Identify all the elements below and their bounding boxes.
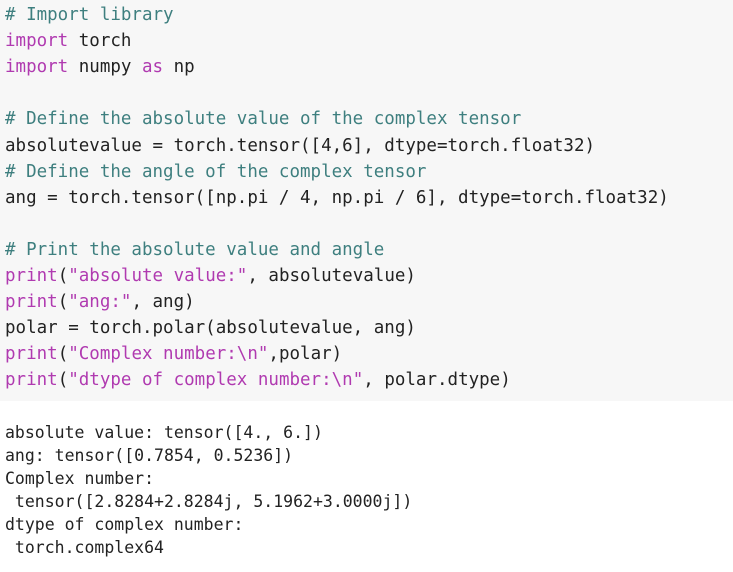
keyword: import (5, 31, 69, 51)
code-line: import numpy as np (5, 57, 195, 77)
code-line: print("Complex number:\n",polar) (5, 344, 343, 364)
code-line: print("ang:", ang) (5, 292, 195, 312)
code-line: ang = torch.tensor([np.pi / 4, np.pi / 6… (5, 188, 669, 208)
code-line: # Define the angle of the complex tensor (5, 162, 427, 182)
keyword: as (141, 57, 164, 77)
code-line: import torch (5, 31, 132, 51)
output-line: ang: tensor([0.7854, 0.5236]) (5, 446, 294, 465)
code-cell[interactable]: # Import library import torch import num… (0, 0, 733, 401)
code-line: polar = torch.polar(absolutevalue, ang) (5, 318, 416, 338)
code-line: print("dtype of complex number:\n", pola… (5, 370, 511, 390)
output-line: torch.complex64 (5, 538, 164, 557)
cell-output: absolute value: tensor([4., 6.]) ang: te… (0, 401, 733, 572)
code-line: absolutevalue = torch.tensor([4,6], dtyp… (5, 136, 596, 156)
code-line: print("absolute value:", absolutevalue) (5, 266, 416, 286)
code-line: # Print the absolute value and angle (5, 240, 385, 260)
output-line: dtype of complex number: (5, 515, 244, 534)
output-line: tensor([2.8284+2.8284j, 5.1962+3.0000j]) (5, 492, 413, 511)
keyword: import (5, 57, 69, 77)
code-line: # Define the absolute value of the compl… (5, 109, 522, 129)
output-line: absolute value: tensor([4., 6.]) (5, 423, 323, 442)
code-line: # Import library (5, 5, 174, 25)
output-line: Complex number: (5, 469, 155, 488)
